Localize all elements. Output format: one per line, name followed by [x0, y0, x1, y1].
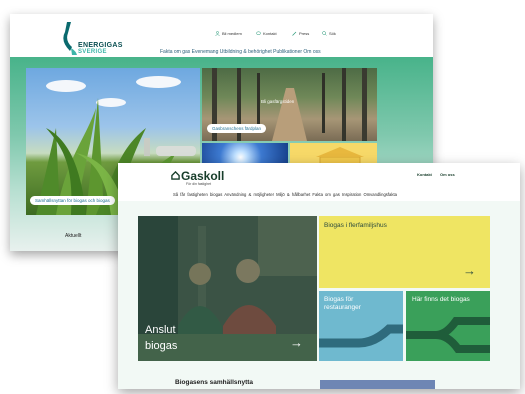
energigas-logo-icon: [63, 22, 77, 55]
energigas-brand-line1: ENERGIGAS: [78, 42, 123, 49]
about-link[interactable]: Om oss: [440, 172, 455, 177]
energigas-brand-line2: SVERIGE: [78, 49, 107, 55]
roadmap-tag[interactable]: Gasbranschens färdplan: [207, 124, 267, 133]
gasfair-tag[interactable]: Bli gasfärgstiden: [256, 97, 299, 106]
restauranger-title-line1: Biogas för: [324, 296, 354, 303]
util-link-search[interactable]: Sök: [322, 31, 336, 36]
pen-icon: [292, 31, 297, 36]
footer-image-strip: [320, 380, 435, 389]
news-heading: Aktuellt: [65, 233, 82, 239]
house-logo-icon: [171, 171, 180, 180]
util-link-label: Bli medlem: [222, 31, 242, 36]
flerfamiljshus-title: Biogas i flerfamiljshus: [324, 222, 387, 229]
chat-icon: [256, 31, 261, 35]
util-link-label: Kontakt: [263, 31, 277, 36]
biogas-benefit-tag[interactable]: Samhällsnyttan för biogas och biogas: [30, 196, 115, 205]
util-link-label: Press: [299, 31, 310, 36]
search-icon: [322, 31, 327, 36]
gaskoll-tagline: För din fastighet: [186, 182, 212, 186]
energigas-header: ENERGIGAS SVERIGE Bli medlem Kontakt Pre…: [10, 14, 433, 57]
har-finns-biogas-title: Här finns det biogas: [412, 296, 470, 303]
anslut-title-line1: Anslut: [145, 324, 176, 336]
anslut-arrow-icon[interactable]: →: [290, 335, 303, 350]
restauranger-title-line2: restauranger: [324, 304, 361, 311]
gaskoll-screenshot: Gaskoll För din fastighet Kontakt Om oss…: [118, 163, 520, 389]
gaskoll-main-nav[interactable]: Så får fastigheten biogas Användning & m…: [173, 192, 397, 197]
person-icon: [215, 31, 220, 36]
util-link-label: Sök: [329, 31, 336, 36]
energigas-main-nav[interactable]: Fakta om gas Evenemang Utbildning & behö…: [160, 49, 321, 55]
samhallsnytta-heading: Biogasens samhällsnytta: [175, 379, 254, 386]
gaskoll-brand[interactable]: Gaskoll: [181, 169, 224, 183]
util-link-press[interactable]: Press: [292, 31, 309, 36]
gaskoll-header: Gaskoll För din fastighet Kontakt Om oss…: [118, 163, 520, 201]
anslut-title-line2: biogas: [145, 340, 178, 352]
flerfamiljshus-arrow-icon[interactable]: →: [463, 263, 476, 278]
util-link-member[interactable]: Bli medlem: [215, 31, 242, 36]
contact-link[interactable]: Kontakt: [417, 172, 432, 177]
util-link-contact[interactable]: Kontakt: [256, 31, 277, 36]
